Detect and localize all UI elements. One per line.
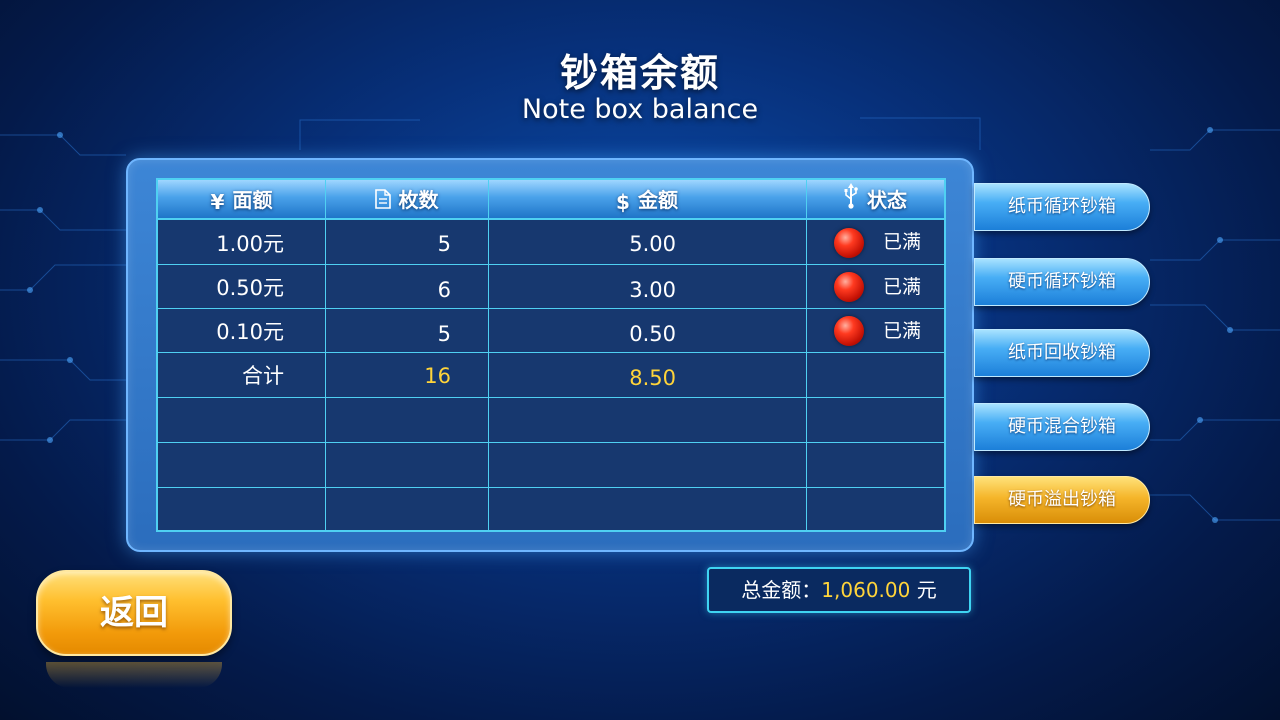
header-denomination: ¥ 面额 — [158, 180, 325, 220]
balance-table: ¥ 面额 枚数 $ 金额 状态 1.00元 5 5.00 已满 0.50元 6 3.… — [156, 178, 946, 532]
row1-status: 已满 — [883, 231, 922, 253]
page-title: 钞箱余额 — [559, 51, 720, 95]
row1-amount: 5.00 — [629, 232, 676, 256]
header-status: 状态 — [806, 180, 944, 220]
row3-status: 已满 — [883, 320, 922, 342]
total-amount: 8.50 — [629, 366, 676, 390]
dollar-icon: $ — [616, 189, 630, 214]
note-collection-box-button[interactable]: 纸币回收钞箱 — [974, 329, 1150, 377]
page-subtitle: Note box balance — [521, 94, 759, 125]
row2-amount: 3.00 — [629, 278, 676, 302]
coin-overflow-box-button[interactable]: 硬币溢出钞箱 — [974, 476, 1150, 524]
header-count: 枚数 — [325, 180, 488, 220]
usb-icon — [843, 182, 859, 222]
row2-count: 6 — [437, 278, 451, 302]
total-amount-box: 总金额：1,060.00 元 — [707, 567, 971, 613]
row2-denomination: 0.50元 — [216, 276, 284, 300]
total-amount-unit: 元 — [916, 578, 937, 602]
back-button-reflection — [46, 662, 222, 688]
total-amount-value: 1,060.00 — [821, 578, 911, 602]
row1-denomination: 1.00元 — [216, 232, 284, 256]
row2-status: 已满 — [883, 276, 922, 298]
row3-count: 5 — [437, 322, 451, 346]
note-recycle-box-button[interactable]: 纸币循环钞箱 — [974, 183, 1150, 231]
coin-recycle-box-button[interactable]: 硬币循环钞箱 — [974, 258, 1150, 306]
total-amount-label: 总金额： — [741, 578, 822, 602]
status-full-indicator — [834, 228, 864, 258]
header-amount: $ 金额 — [488, 180, 806, 220]
yen-icon: ¥ — [210, 189, 225, 214]
status-full-indicator — [834, 316, 864, 346]
row1-count: 5 — [437, 232, 451, 256]
total-label: 合计 — [242, 364, 284, 388]
status-full-indicator — [834, 272, 864, 302]
document-icon — [374, 182, 391, 222]
table-header: ¥ 面额 枚数 $ 金额 状态 — [158, 180, 944, 220]
row3-denomination: 0.10元 — [216, 320, 284, 344]
back-button[interactable]: 返回 — [36, 570, 232, 656]
total-count: 16 — [424, 364, 451, 388]
coin-mixed-box-button[interactable]: 硬币混合钞箱 — [974, 403, 1150, 451]
row3-amount: 0.50 — [629, 322, 676, 346]
